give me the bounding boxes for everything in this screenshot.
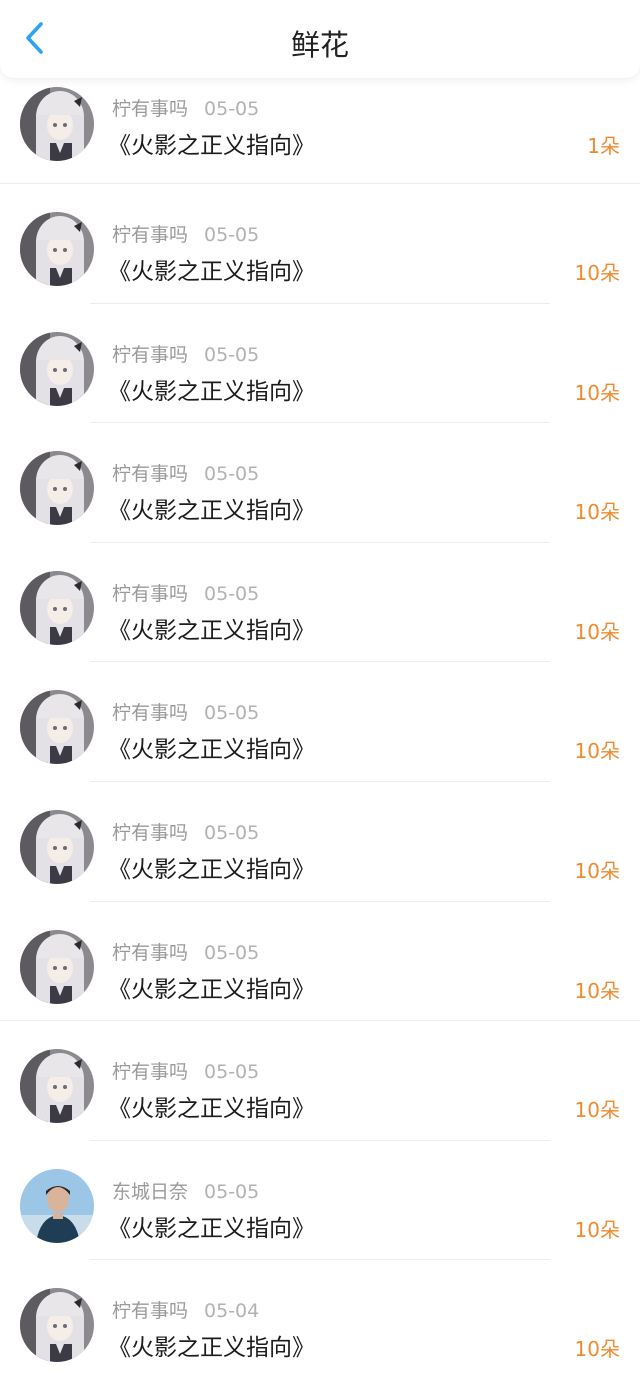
list-item[interactable]: 柠有事吗 05-05 《火影之正义指向》 10朵 bbox=[0, 662, 640, 782]
flower-count: 10朵 bbox=[574, 739, 620, 764]
list-item[interactable]: 柠有事吗 05-05 《火影之正义指向》 10朵 bbox=[0, 423, 640, 543]
item-meta: 东城日奈 05-05 bbox=[112, 1177, 259, 1204]
book-title[interactable]: 《火影之正义指向》 bbox=[108, 252, 315, 286]
item-meta: 柠有事吗 05-05 bbox=[112, 459, 259, 486]
flower-count: 10朵 bbox=[574, 858, 620, 883]
user-name[interactable]: 柠有事吗 bbox=[112, 583, 188, 605]
book-title[interactable]: 《火影之正义指向》 bbox=[108, 970, 315, 1004]
avatar[interactable] bbox=[20, 809, 94, 884]
list-item[interactable]: 柠有事吗 05-05 《火影之正义指向》 1朵 bbox=[0, 78, 640, 184]
user-name[interactable]: 柠有事吗 bbox=[112, 942, 188, 964]
flower-count: 1朵 bbox=[587, 134, 620, 158]
item-meta: 柠有事吗 05-05 bbox=[112, 938, 259, 965]
item-meta: 柠有事吗 05-05 bbox=[112, 579, 259, 606]
flower-count: 10朵 bbox=[574, 619, 620, 644]
item-date: 05-05 bbox=[204, 1180, 260, 1203]
flower-count: 10朵 bbox=[574, 1337, 620, 1362]
avatar[interactable] bbox=[20, 87, 94, 161]
book-title[interactable]: 《火影之正义指向》 bbox=[108, 611, 315, 645]
user-name[interactable]: 东城日奈 bbox=[112, 1181, 188, 1203]
avatar[interactable] bbox=[20, 331, 94, 406]
list-item[interactable]: 柠有事吗 05-04 《火影之正义指向》 10朵 bbox=[0, 1260, 640, 1380]
flower-count: 10朵 bbox=[574, 1217, 620, 1242]
user-name[interactable]: 柠有事吗 bbox=[112, 702, 188, 724]
list-item[interactable]: 柠有事吗 05-05 《火影之正义指向》 10朵 bbox=[0, 543, 640, 663]
item-date: 05-05 bbox=[204, 821, 260, 844]
item-date: 05-05 bbox=[204, 941, 260, 964]
user-name[interactable]: 柠有事吗 bbox=[112, 1300, 188, 1322]
avatar[interactable] bbox=[20, 1049, 94, 1124]
item-date: 05-04 bbox=[204, 1300, 260, 1323]
item-meta: 柠有事吗 05-05 bbox=[112, 220, 259, 247]
avatar[interactable] bbox=[20, 451, 94, 526]
flower-count: 10朵 bbox=[574, 261, 620, 285]
item-date: 05-05 bbox=[204, 582, 260, 605]
book-title[interactable]: 《火影之正义指向》 bbox=[108, 1089, 315, 1123]
list-item[interactable]: 柠有事吗 05-05 《火影之正义指向》 10朵 bbox=[0, 782, 640, 902]
list-item[interactable]: 柠有事吗 05-05 《火影之正义指向》 10朵 bbox=[0, 1021, 640, 1141]
item-date: 05-05 bbox=[204, 1061, 260, 1084]
flower-count: 10朵 bbox=[574, 380, 620, 405]
item-meta: 柠有事吗 05-05 bbox=[112, 818, 259, 845]
flower-count: 10朵 bbox=[574, 500, 620, 525]
item-date: 05-05 bbox=[204, 224, 260, 246]
book-title[interactable]: 《火影之正义指向》 bbox=[108, 1209, 315, 1243]
user-name[interactable]: 柠有事吗 bbox=[112, 1061, 188, 1083]
item-date: 05-05 bbox=[204, 463, 260, 486]
item-meta: 柠有事吗 05-04 bbox=[112, 1296, 259, 1323]
list-item[interactable]: 柠有事吗 05-05 《火影之正义指向》 10朵 bbox=[0, 184, 640, 304]
list-item[interactable]: 柠有事吗 05-05 《火影之正义指向》 10朵 bbox=[0, 304, 640, 424]
avatar[interactable] bbox=[20, 929, 94, 1004]
user-name[interactable]: 柠有事吗 bbox=[112, 224, 188, 246]
flower-count: 10朵 bbox=[574, 1098, 620, 1123]
book-title[interactable]: 《火影之正义指向》 bbox=[108, 1328, 315, 1362]
header-bar: 鲜花 bbox=[0, 0, 640, 78]
item-meta: 柠有事吗 05-05 bbox=[112, 340, 259, 367]
flower-count: 10朵 bbox=[574, 978, 620, 1003]
book-title[interactable]: 《火影之正义指向》 bbox=[108, 491, 315, 525]
item-date: 05-05 bbox=[204, 98, 260, 120]
avatar[interactable] bbox=[20, 570, 94, 645]
user-name[interactable]: 柠有事吗 bbox=[112, 463, 188, 485]
item-date: 05-05 bbox=[204, 343, 260, 366]
item-meta: 柠有事吗 05-05 bbox=[112, 698, 259, 725]
avatar[interactable] bbox=[20, 1288, 94, 1363]
book-title[interactable]: 《火影之正义指向》 bbox=[108, 126, 315, 160]
item-date: 05-05 bbox=[204, 702, 260, 725]
avatar[interactable] bbox=[20, 690, 94, 765]
user-name[interactable]: 柠有事吗 bbox=[112, 822, 188, 844]
item-meta: 柠有事吗 05-05 bbox=[112, 94, 259, 121]
avatar[interactable] bbox=[20, 1168, 94, 1243]
flower-record-list: 柠有事吗 05-05 《火影之正义指向》 1朵 柠有事吗 05-05 《火影之正义指向》 10… bbox=[0, 78, 640, 1380]
list-item[interactable]: 东城日奈 05-05 《火影之正义指向》 10朵 bbox=[0, 1141, 640, 1261]
avatar[interactable] bbox=[20, 212, 94, 286]
user-name[interactable]: 柠有事吗 bbox=[112, 344, 188, 366]
user-name[interactable]: 柠有事吗 bbox=[112, 98, 188, 120]
book-title[interactable]: 《火影之正义指向》 bbox=[108, 372, 315, 406]
book-title[interactable]: 《火影之正义指向》 bbox=[108, 850, 315, 884]
item-meta: 柠有事吗 05-05 bbox=[112, 1057, 259, 1084]
page-title: 鲜花 bbox=[290, 28, 349, 62]
book-title[interactable]: 《火影之正义指向》 bbox=[108, 730, 315, 764]
list-item[interactable]: 柠有事吗 05-05 《火影之正义指向》 10朵 bbox=[0, 902, 640, 1022]
